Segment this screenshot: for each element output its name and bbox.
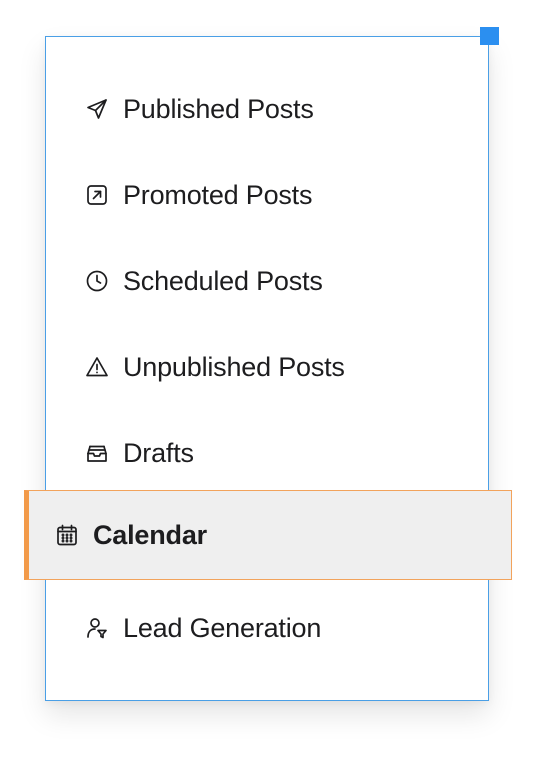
menu-item-label: Promoted Posts [123,179,313,210]
menu-item-published-posts[interactable]: Published Posts [46,66,490,152]
menu-item-label: Drafts [123,437,194,468]
menu-item-calendar[interactable]: Calendar [24,490,512,580]
calendar-icon [55,523,79,547]
resize-handle[interactable] [480,27,499,45]
menu-item-label: Published Posts [123,93,314,124]
warning-triangle-icon [85,355,109,379]
menu-item-lead-generation[interactable]: Lead Generation [46,585,490,671]
menu-item-label: Calendar [93,519,207,550]
menu-item-promoted-posts[interactable]: Promoted Posts [46,152,490,238]
paper-plane-icon [85,97,109,121]
menu-item-unpublished-posts[interactable]: Unpublished Posts [46,324,490,410]
menu-item-label: Lead Generation [123,612,322,643]
menu-item-label: Unpublished Posts [123,351,345,382]
clock-icon [85,269,109,293]
arrow-up-right-square-icon [85,183,109,207]
menu-item-scheduled-posts[interactable]: Scheduled Posts [46,238,490,324]
post-navigation-menu: Published Posts Promoted Posts Scheduled… [24,36,512,701]
menu-item-label: Scheduled Posts [123,265,323,296]
user-funnel-icon [85,616,109,640]
menu-item-drafts[interactable]: Drafts [46,410,490,496]
inbox-tray-icon [85,441,109,465]
